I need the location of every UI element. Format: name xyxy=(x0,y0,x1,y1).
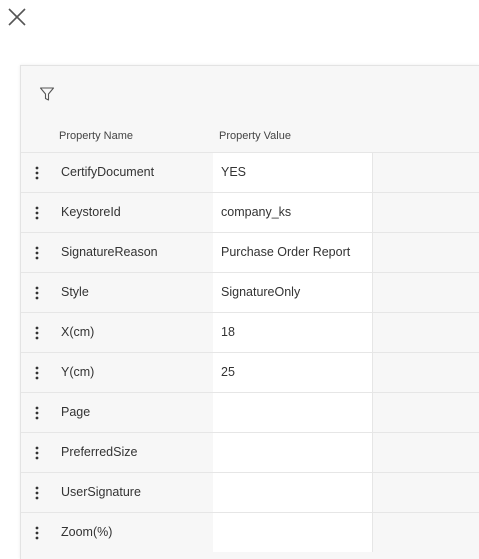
close-icon xyxy=(8,8,26,26)
table-row[interactable]: KeystoreId company_ks xyxy=(21,192,479,232)
property-name: X(cm) xyxy=(61,325,95,339)
property-name: Zoom(%) xyxy=(61,525,113,539)
more-vertical-icon xyxy=(35,166,39,180)
table-row[interactable]: Style SignatureOnly xyxy=(21,272,479,312)
filter-button[interactable] xyxy=(39,86,55,102)
property-value: company_ks xyxy=(221,205,292,219)
property-name: PreferredSize xyxy=(61,445,138,459)
more-vertical-icon xyxy=(35,486,39,500)
more-vertical-icon xyxy=(35,406,39,420)
property-name: UserSignature xyxy=(61,485,141,499)
more-vertical-icon xyxy=(35,526,39,540)
property-name: Style xyxy=(61,285,89,299)
column-header-property-value[interactable]: Property Value xyxy=(219,130,291,142)
table-row[interactable]: Zoom(%) xyxy=(21,512,479,552)
property-value: Purchase Order Report xyxy=(221,245,351,259)
property-value-cell[interactable] xyxy=(213,393,373,432)
table-row[interactable]: PreferredSize xyxy=(21,432,479,472)
table-header: Property Name Property Value xyxy=(21,124,479,152)
property-name: CertifyDocument xyxy=(61,165,155,179)
property-value-cell[interactable] xyxy=(213,513,373,552)
property-value-cell[interactable]: 18 xyxy=(213,313,373,352)
row-menu-button[interactable] xyxy=(30,485,44,501)
close-button[interactable] xyxy=(7,7,27,27)
more-vertical-icon xyxy=(35,286,39,300)
property-value-cell[interactable] xyxy=(213,433,373,472)
table-row[interactable]: Y(cm) 25 xyxy=(21,352,479,392)
row-menu-button[interactable] xyxy=(30,205,44,221)
property-value-cell[interactable]: YES xyxy=(213,153,373,192)
property-name: Y(cm) xyxy=(61,365,95,379)
more-vertical-icon xyxy=(35,366,39,380)
table-row[interactable]: SignatureReason Purchase Order Report xyxy=(21,232,479,272)
more-vertical-icon xyxy=(35,206,39,220)
property-value-cell[interactable]: 25 xyxy=(213,353,373,392)
row-menu-button[interactable] xyxy=(30,365,44,381)
property-name: Page xyxy=(61,405,91,419)
column-header-property-name[interactable]: Property Name xyxy=(59,130,133,142)
row-menu-button[interactable] xyxy=(30,245,44,261)
property-value: 25 xyxy=(221,365,235,379)
property-value: SignatureOnly xyxy=(221,285,301,299)
property-name: KeystoreId xyxy=(61,205,121,219)
property-value-cell[interactable] xyxy=(213,473,373,512)
property-value-cell[interactable]: Purchase Order Report xyxy=(213,233,373,272)
more-vertical-icon xyxy=(35,446,39,460)
table-row[interactable]: X(cm) 18 xyxy=(21,312,479,352)
row-menu-button[interactable] xyxy=(30,165,44,181)
filter-icon xyxy=(39,87,55,101)
row-menu-button[interactable] xyxy=(30,405,44,421)
row-menu-button[interactable] xyxy=(30,325,44,341)
property-name: SignatureReason xyxy=(61,245,158,259)
property-value: 18 xyxy=(221,325,235,339)
row-menu-button[interactable] xyxy=(30,285,44,301)
row-menu-button[interactable] xyxy=(30,525,44,541)
row-menu-button[interactable] xyxy=(30,445,44,461)
properties-panel: Property Name Property Value CertifyDocu… xyxy=(20,65,479,559)
property-value-cell[interactable]: SignatureOnly xyxy=(213,273,373,312)
table-row[interactable]: Page xyxy=(21,392,479,432)
more-vertical-icon xyxy=(35,246,39,260)
table-row[interactable]: UserSignature xyxy=(21,472,479,512)
property-value-cell[interactable]: company_ks xyxy=(213,193,373,232)
table-row[interactable]: CertifyDocument YES xyxy=(21,152,479,192)
property-rows: CertifyDocument YES KeystoreId company_k… xyxy=(21,152,479,552)
property-value: YES xyxy=(221,165,247,179)
more-vertical-icon xyxy=(35,326,39,340)
